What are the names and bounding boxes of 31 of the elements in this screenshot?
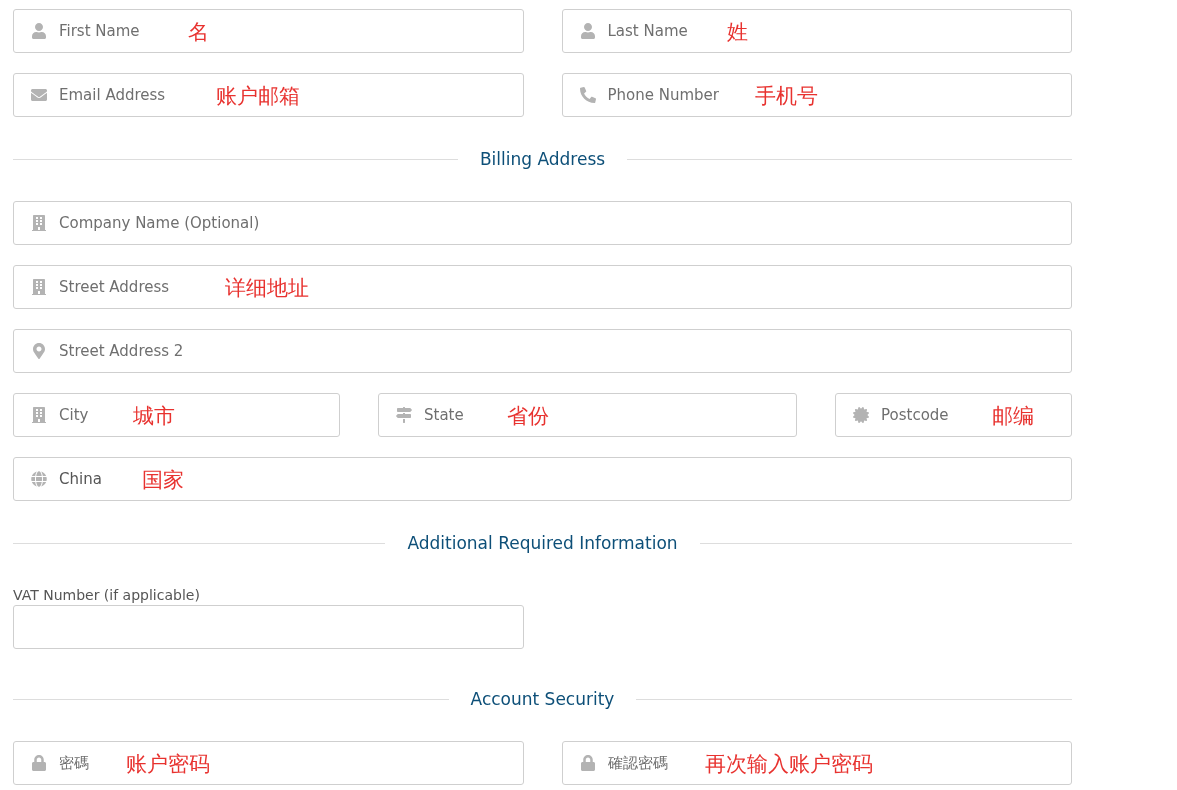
user-icon bbox=[31, 23, 47, 39]
field-label: VAT Number (if applicable) bbox=[13, 587, 201, 603]
signpost-icon bbox=[396, 407, 412, 423]
annotation-text: 姓 bbox=[727, 19, 749, 46]
globe-icon bbox=[31, 471, 47, 487]
annotation-text: 账户密码 bbox=[126, 751, 210, 778]
lock-icon bbox=[31, 755, 47, 771]
input-field[interactable] bbox=[13, 605, 524, 649]
phone-icon bbox=[579, 87, 596, 103]
input-field[interactable]: Street Address 2 bbox=[13, 329, 1072, 373]
annotation-text: 名 bbox=[188, 19, 209, 46]
annotation-text: 详细地址 bbox=[224, 275, 309, 302]
annotation-text: 城市 bbox=[132, 403, 175, 430]
annotation-text: 省份 bbox=[507, 403, 549, 430]
section-heading: Billing Address bbox=[479, 149, 606, 169]
input-field[interactable]: Company Name (Optional) bbox=[13, 201, 1072, 245]
section-heading: Additional Required Information bbox=[407, 533, 678, 553]
annotation-text: 账户邮箱 bbox=[215, 83, 300, 110]
annotation-text: 国家 bbox=[142, 467, 184, 494]
annotation-text: 邮编 bbox=[991, 403, 1034, 430]
user-icon bbox=[579, 23, 596, 39]
annotation-text: 手机号 bbox=[754, 83, 818, 110]
lock-icon bbox=[579, 755, 596, 771]
map-pin-icon bbox=[31, 343, 47, 359]
building-icon bbox=[31, 279, 47, 295]
envelope-icon bbox=[31, 87, 47, 103]
building-icon bbox=[31, 407, 47, 423]
building-icon bbox=[31, 215, 47, 231]
annotation-text: 再次输入账户密码 bbox=[704, 751, 873, 778]
section-heading: Account Security bbox=[470, 689, 615, 709]
badge-icon bbox=[853, 407, 869, 423]
